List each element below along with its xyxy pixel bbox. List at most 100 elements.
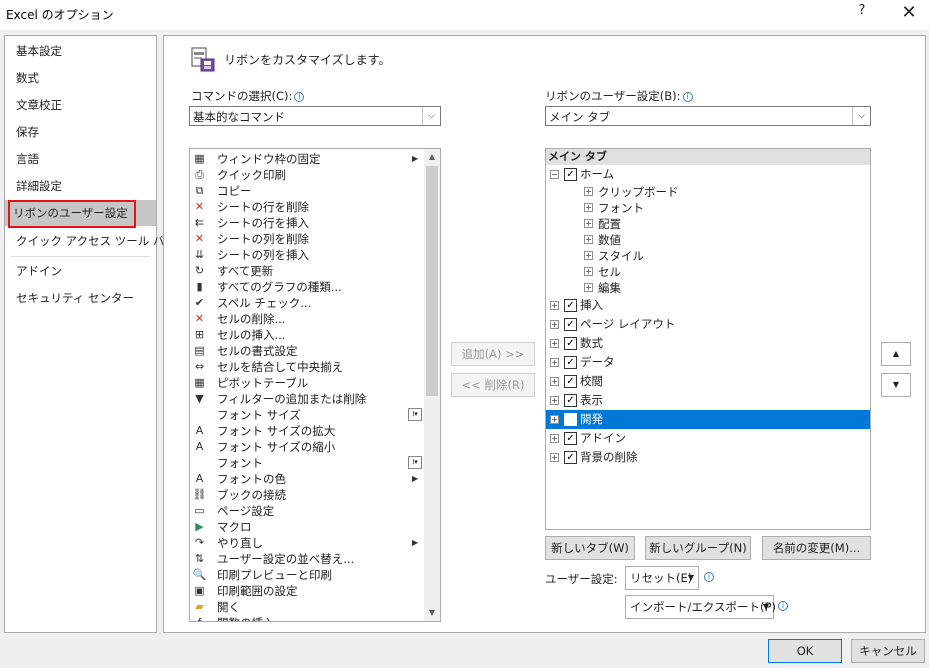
sidebar-item-language[interactable]: 言語 [5,146,156,172]
expand-icon[interactable]: + [550,396,559,405]
expand-icon[interactable]: + [550,453,559,462]
expand-icon[interactable]: + [550,377,559,386]
command-item[interactable]: ⇔ セルを結合して中央揃え [190,359,422,375]
sidebar-item-quick-access-toolbar[interactable]: クイック アクセス ツール バー [5,228,176,254]
expand-icon[interactable]: + [550,320,559,329]
command-item[interactable]: ⇊ シートの列を挿入 [190,247,422,263]
expand-icon[interactable]: + [550,301,559,310]
expand-icon[interactable]: + [584,283,593,292]
command-item[interactable]: ✕ シートの行を削除 [190,199,422,215]
expand-icon[interactable]: + [550,358,559,367]
move-down-button[interactable]: ▼ [881,373,911,397]
command-item[interactable]: ▭ ページ設定 [190,503,422,519]
ribbon-tree-node[interactable]: + スタイル [546,248,870,264]
sidebar-item-general[interactable]: 基本設定 [5,38,156,64]
command-item[interactable]: ⎙ クイック印刷 [190,167,422,183]
tab-checkbox[interactable]: ✓ [564,168,577,181]
reset-dropdown[interactable]: リセット(E) ▼ [625,566,699,590]
ok-button[interactable]: OK [768,639,842,663]
collapse-icon[interactable]: − [550,170,559,179]
ribbon-tree-node[interactable]: + 数値 [546,232,870,248]
sidebar-item-customize-ribbon[interactable]: リボンのユーザー設定 [5,200,156,228]
commands-scrollbar[interactable]: ▲ ▼ [424,149,440,621]
expand-icon[interactable]: + [584,267,593,276]
scroll-up-icon[interactable]: ▲ [424,149,440,165]
rename-button[interactable]: 名前の変更(M)... [762,536,871,560]
expand-icon[interactable]: + [584,187,593,196]
tab-checkbox[interactable]: ✓ [564,451,577,464]
tab-checkbox[interactable] [564,413,577,426]
command-item[interactable]: フォント I▾ [190,455,422,471]
expand-icon[interactable]: + [584,235,593,244]
command-item[interactable]: A フォントの色 ▶ [190,471,422,487]
ribbon-tree-node[interactable]: + 開発 [546,410,870,429]
add-button[interactable]: 追加(A) >> [451,342,535,366]
tab-checkbox[interactable]: ✓ [564,337,577,350]
ribbon-tree-node[interactable]: + クリップボード [546,184,870,200]
ribbon-tree-node[interactable]: + 配置 [546,216,870,232]
expand-icon[interactable]: + [550,339,559,348]
new-group-button[interactable]: 新しいグループ(N) [645,536,751,560]
help-button[interactable]: ? [852,3,872,23]
tab-checkbox[interactable]: ✓ [564,394,577,407]
sidebar-item-formulas[interactable]: 数式 [5,65,156,91]
ribbon-tree-node[interactable]: + ✓ 背景の削除 [546,448,870,467]
command-item[interactable]: ↻ すべて更新 [190,263,422,279]
scroll-thumb[interactable] [426,166,438,396]
import-export-dropdown[interactable]: インポート/エクスポート(P) ▼ [625,595,776,619]
ribbon-tree-node[interactable]: + ✓ データ [546,353,870,372]
tab-checkbox[interactable]: ✓ [564,318,577,331]
expand-icon[interactable]: + [584,251,593,260]
command-item[interactable]: A フォント サイズの縮小 [190,439,422,455]
command-item[interactable]: A フォント サイズの拡大 [190,423,422,439]
command-item[interactable]: 🔍 印刷プレビューと印刷 [190,567,422,583]
tab-checkbox[interactable]: ✓ [564,432,577,445]
command-item[interactable]: ⛓ ブックの接続 [190,487,422,503]
ribbon-tree-node[interactable]: + ✓ 表示 [546,391,870,410]
command-item[interactable]: ▤ セルの書式設定 [190,343,422,359]
close-button[interactable]: ✕ [898,2,920,24]
sidebar-item-proofing[interactable]: 文章校正 [5,92,156,118]
scroll-down-icon[interactable]: ▼ [424,605,440,621]
command-item[interactable]: ⇇ シートの行を挿入 [190,215,422,231]
customize-ribbon-combo[interactable]: メイン タブ ⌵ [545,106,871,126]
command-item[interactable]: ƒ 関数の挿入... [190,615,422,621]
cancel-button[interactable]: キャンセル [851,639,925,663]
expand-icon[interactable]: + [584,203,593,212]
command-item[interactable]: ▣ 印刷範囲の設定 [190,583,422,599]
ribbon-tree-node[interactable]: + ✓ 挿入 [546,296,870,315]
ribbon-tree-node[interactable]: + ✓ 校閲 [546,372,870,391]
ribbon-tree-node[interactable]: − ✓ ホーム [546,165,870,184]
sidebar-item-trust-center[interactable]: セキュリティ センター [5,285,156,311]
ribbon-tree-node[interactable]: + フォント [546,200,870,216]
move-up-button[interactable]: ▲ [881,342,911,366]
command-item[interactable]: ▼ フィルターの追加または削除 [190,391,422,407]
command-item[interactable]: ↷ やり直し ▶ [190,535,422,551]
expand-icon[interactable]: + [584,219,593,228]
command-item[interactable]: ▦ ウィンドウ枠の固定 ▶ [190,151,422,167]
command-item[interactable]: ✕ シートの列を削除 [190,231,422,247]
command-item[interactable]: フォント サイズ I▾ [190,407,422,423]
command-item[interactable]: ▶ マクロ [190,519,422,535]
command-item[interactable]: ⊞ セルの挿入... [190,327,422,343]
ribbon-tree-node[interactable]: + セル [546,264,870,280]
command-item[interactable]: ⧉ コピー [190,183,422,199]
sidebar-item-add-ins[interactable]: アドイン [5,258,156,284]
commands-list[interactable]: ▦ ウィンドウ枠の固定 ▶ ⎙ クイック印刷 ⧉ コピー ✕ シートの行を削除 ⇇ シートの行を挿入… [189,148,441,622]
command-item[interactable]: ▦ ピボットテーブル [190,375,422,391]
tab-checkbox[interactable]: ✓ [564,375,577,388]
ribbon-tree-node[interactable]: + ✓ アドイン [546,429,870,448]
remove-button[interactable]: << 削除(R) [451,373,535,397]
tab-checkbox[interactable]: ✓ [564,299,577,312]
command-item[interactable]: ⇅ ユーザー設定の並べ替え... [190,551,422,567]
ribbon-tree-node[interactable]: + ✓ ページ レイアウト [546,315,870,334]
command-item[interactable]: ▮ すべてのグラフの種類... [190,279,422,295]
ribbon-tabs-tree[interactable]: メイン タブ − ✓ ホーム + クリップボード + フォント + 配置 + 数値 + スタイル + セル +… [545,148,871,530]
command-item[interactable]: ✔ スペル チェック... [190,295,422,311]
tab-checkbox[interactable]: ✓ [564,356,577,369]
expand-icon[interactable]: + [550,434,559,443]
expand-icon[interactable]: + [550,415,559,424]
sidebar-item-save[interactable]: 保存 [5,119,156,145]
new-tab-button[interactable]: 新しいタブ(W) [545,536,635,560]
choose-commands-combo[interactable]: 基本的なコマンド ⌵ [189,106,441,126]
